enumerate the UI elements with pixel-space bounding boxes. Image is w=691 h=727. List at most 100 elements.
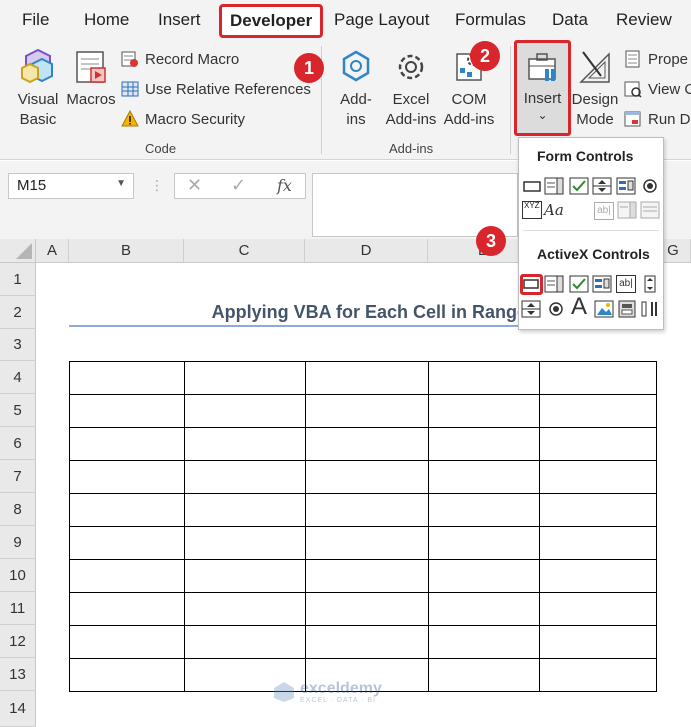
name-box-dropdown-icon[interactable]: ▼ — [116, 178, 126, 189]
table-cell[interactable] — [305, 394, 429, 428]
row-header-9[interactable]: 9 — [0, 526, 36, 559]
tab-home[interactable]: Home — [84, 10, 129, 30]
table-cell[interactable] — [69, 592, 185, 626]
use-relative-references-button[interactable]: Use Relative References — [121, 80, 311, 98]
scroll-bar-activex-icon[interactable] — [640, 275, 660, 293]
row-header-13[interactable]: 13 — [0, 658, 36, 691]
table-cell[interactable] — [69, 460, 185, 494]
more-controls-activex-icon[interactable] — [640, 300, 660, 318]
table-cell[interactable] — [184, 460, 306, 494]
label-activex-icon[interactable]: A — [569, 295, 589, 319]
row-header-11[interactable]: 11 — [0, 592, 36, 625]
table-cell[interactable] — [539, 625, 657, 659]
enter-check-icon[interactable]: ✓ — [231, 175, 246, 196]
row-header-14[interactable]: 14 — [0, 691, 36, 727]
table-cell[interactable] — [428, 559, 540, 593]
spin-button-activex-icon[interactable] — [521, 300, 541, 318]
table-cell[interactable] — [428, 526, 540, 560]
column-header-a[interactable]: A — [36, 239, 69, 263]
table-cell[interactable] — [305, 361, 429, 395]
table-cell[interactable] — [184, 559, 306, 593]
list-box-activex-icon[interactable] — [592, 275, 612, 293]
table-cell[interactable] — [428, 658, 540, 692]
combo-list-edit-form-control-icon[interactable] — [617, 201, 637, 219]
table-cell[interactable] — [184, 361, 306, 395]
select-all-corner[interactable] — [0, 239, 36, 263]
row-header-7[interactable]: 7 — [0, 460, 36, 493]
group-box-form-control-icon[interactable]: XYZ — [522, 201, 542, 219]
row-header-8[interactable]: 8 — [0, 493, 36, 526]
table-cell[interactable] — [305, 493, 429, 527]
tab-developer[interactable]: Developer — [219, 4, 324, 38]
table-cell[interactable] — [184, 526, 306, 560]
row-header-4[interactable]: 4 — [0, 361, 36, 394]
cancel-icon[interactable]: ✕ — [187, 175, 202, 196]
row-header-3[interactable]: 3 — [0, 329, 36, 361]
table-cell[interactable] — [305, 592, 429, 626]
table-cell[interactable] — [184, 493, 306, 527]
table-cell[interactable] — [305, 625, 429, 659]
combo-drop-edit-form-control-icon[interactable] — [640, 201, 660, 219]
table-cell[interactable] — [69, 361, 185, 395]
combo-box-activex-icon[interactable] — [544, 275, 564, 293]
table-cell[interactable] — [539, 493, 657, 527]
macro-security-button[interactable]: Macro Security — [121, 110, 245, 128]
macros-button[interactable]: Macros — [64, 48, 118, 110]
checkbox-activex-icon[interactable] — [569, 275, 589, 293]
tab-insert[interactable]: Insert — [158, 10, 201, 30]
insert-controls-button[interactable]: Insert ⌄ — [514, 40, 571, 136]
row-header-12[interactable]: 12 — [0, 625, 36, 658]
table-cell[interactable] — [69, 394, 185, 428]
tab-page-layout[interactable]: Page Layout — [334, 10, 429, 30]
table-cell[interactable] — [69, 493, 185, 527]
text-field-form-control-icon[interactable]: ab| — [594, 202, 614, 220]
tab-formulas[interactable]: Formulas — [455, 10, 526, 30]
table-cell[interactable] — [428, 625, 540, 659]
row-header-1[interactable]: 1 — [0, 263, 36, 296]
table-cell[interactable] — [428, 460, 540, 494]
command-button-activex-icon[interactable] — [521, 275, 541, 293]
spin-button-form-control-icon[interactable] — [592, 177, 612, 195]
column-header-d[interactable]: D — [305, 239, 428, 263]
table-cell[interactable] — [539, 460, 657, 494]
combo-box-form-control-icon[interactable] — [544, 177, 564, 195]
checkbox-form-control-icon[interactable] — [569, 177, 589, 195]
table-cell[interactable] — [184, 427, 306, 461]
table-cell[interactable] — [428, 361, 540, 395]
table-cell[interactable] — [539, 559, 657, 593]
name-box[interactable]: M15 ▼ — [8, 173, 134, 199]
table-cell[interactable] — [305, 526, 429, 560]
table-cell[interactable] — [184, 592, 306, 626]
option-button-activex-icon[interactable] — [546, 300, 566, 318]
image-activex-icon[interactable] — [594, 300, 614, 318]
table-cell[interactable] — [305, 559, 429, 593]
row-header-6[interactable]: 6 — [0, 427, 36, 460]
tab-file[interactable]: File — [22, 10, 49, 30]
table-cell[interactable] — [305, 427, 429, 461]
row-header-2[interactable]: 2 — [0, 296, 36, 329]
column-header-c[interactable]: C — [184, 239, 305, 263]
row-header-10[interactable]: 10 — [0, 559, 36, 592]
view-code-button[interactable]: View C — [624, 80, 691, 98]
option-button-form-control-icon[interactable] — [640, 177, 660, 195]
table-cell[interactable] — [69, 658, 185, 692]
table-cell[interactable] — [428, 427, 540, 461]
tab-review[interactable]: Review — [616, 10, 672, 30]
formula-bar-splitter-icon[interactable]: ⋮ — [150, 177, 164, 194]
add-ins-button[interactable]: Add- ins — [334, 48, 378, 130]
table-cell[interactable] — [69, 526, 185, 560]
button-form-control-icon[interactable] — [522, 177, 542, 195]
run-dialog-button[interactable]: Run D — [624, 110, 691, 128]
table-cell[interactable] — [539, 658, 657, 692]
table-cell[interactable] — [184, 625, 306, 659]
row-header-5[interactable]: 5 — [0, 394, 36, 427]
tab-data[interactable]: Data — [552, 10, 588, 30]
table-cell[interactable] — [184, 394, 306, 428]
insert-function-icon[interactable]: fx — [277, 176, 292, 195]
column-header-b[interactable]: B — [69, 239, 184, 263]
record-macro-button[interactable]: Record Macro — [121, 50, 239, 68]
table-cell[interactable] — [539, 592, 657, 626]
table-cell[interactable] — [69, 427, 185, 461]
table-cell[interactable] — [69, 625, 185, 659]
toggle-button-activex-icon[interactable] — [617, 300, 637, 318]
